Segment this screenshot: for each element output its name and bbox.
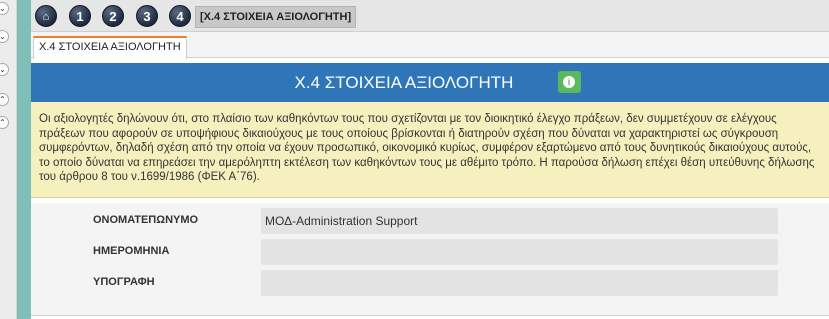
chevron-up-icon[interactable]: ⌃: [0, 116, 9, 129]
declaration-text: Οι αξιολογητές δηλώνουν ότι, στο πλαίσιο…: [31, 102, 829, 198]
bottom-divider: [31, 315, 829, 319]
step-4-button[interactable]: 4: [169, 5, 191, 27]
section-title-text: X.4 ΣΤΟΙΧΕΙΑ ΑΞΙΟΛΟΓΗΤΗ: [294, 73, 514, 92]
left-rail: ⌄ ⌄ ⌄ ⌃ ⌃: [0, 0, 17, 319]
home-icon[interactable]: ⌂: [35, 5, 57, 27]
current-step-label: [X.4 ΣΤΟΙΧΕΙΑ ΑΞΙΟΛΟΓΗΤΗ]: [195, 6, 357, 28]
form-row-signature: ΥΠΟΓΡΑΦΗ: [31, 268, 829, 298]
chevron-down-icon[interactable]: ⌄: [0, 63, 9, 76]
fullname-label: ΟΝΟΜΑΤΕΠΩΝΥΜΟ: [93, 214, 199, 226]
step-3-button[interactable]: 3: [136, 5, 158, 27]
info-button[interactable]: i: [558, 71, 581, 93]
date-field[interactable]: [261, 239, 778, 265]
date-label: ΗΜΕΡΟΜΗΝΙΑ: [93, 245, 170, 257]
section-title: X.4 ΣΤΟΙΧΕΙΑ ΑΞΙΟΛΟΓΗΤΗ: [31, 63, 829, 102]
chevron-down-icon[interactable]: ⌄: [0, 2, 9, 15]
evaluator-page: ⌄ ⌄ ⌄ ⌃ ⌃ ⌂ 1 2 3 4 [X.4 ΣΤΟΙΧΕΙΑ ΑΞΙΟΛΟ…: [0, 0, 829, 319]
signature-field[interactable]: [261, 270, 778, 296]
chevron-down-icon[interactable]: ⌄: [0, 30, 9, 43]
left-divider: [17, 0, 31, 319]
tab-evaluator-details[interactable]: X.4 ΣΤΟΙΧΕΙΑ ΑΞΙΟΛΟΓΗΤΗ: [33, 36, 187, 59]
signature-label: ΥΠΟΓΡΑΦΗ: [93, 276, 155, 288]
form-row-fullname: ΟΝΟΜΑΤΕΠΩΝΥΜΟ ΜΟΔ-Administration Support: [31, 206, 829, 236]
chevron-up-icon[interactable]: ⌃: [0, 93, 9, 106]
section-header: X.4 ΣΤΟΙΧΕΙΑ ΑΞΙΟΛΟΓΗΤΗ i: [31, 63, 829, 102]
evaluator-form: ΟΝΟΜΑΤΕΠΩΝΥΜΟ ΜΟΔ-Administration Support…: [31, 203, 829, 315]
step-1-button[interactable]: 1: [69, 5, 91, 27]
step-navigation: ⌂ 1 2 3 4 [X.4 ΣΤΟΙΧΕΙΑ ΑΞΙΟΛΟΓΗΤΗ]: [31, 0, 829, 32]
form-row-date: ΗΜΕΡΟΜΗΝΙΑ: [31, 237, 829, 267]
step-2-button[interactable]: 2: [102, 5, 124, 27]
fullname-field[interactable]: ΜΟΔ-Administration Support: [261, 208, 778, 234]
tab-bar: X.4 ΣΤΟΙΧΕΙΑ ΑΞΙΟΛΟΓΗΤΗ: [31, 32, 829, 59]
info-icon: i: [563, 76, 575, 88]
